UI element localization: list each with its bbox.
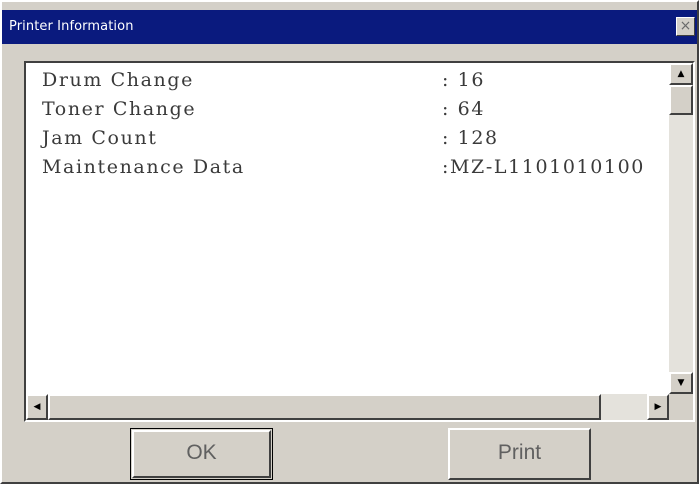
- ok-button[interactable]: OK: [130, 428, 273, 480]
- info-row-maintenance-data: Maintenance Data :MZ-L1101010100: [42, 153, 669, 181]
- arrow-right-icon: ▶: [654, 402, 662, 412]
- close-icon: ×: [679, 18, 692, 34]
- printer-information-dialog: Printer Information × Drum Change : 16 T…: [0, 0, 699, 484]
- info-content: Drum Change : 16 Toner Change : 64 Jam C…: [26, 63, 669, 394]
- row-value: : 16: [442, 69, 486, 91]
- info-row-drum-change: Drum Change : 16: [42, 66, 669, 94]
- info-row-jam-count: Jam Count : 128: [42, 124, 669, 152]
- vertical-scroll-thumb[interactable]: [669, 85, 693, 115]
- scroll-right-button[interactable]: ▶: [647, 394, 669, 420]
- horizontal-scrollbar[interactable]: ◀ ▶: [26, 394, 669, 420]
- row-label: Toner Change: [42, 98, 197, 120]
- scroll-left-button[interactable]: ◀: [26, 394, 48, 420]
- scrollbar-corner: [669, 394, 693, 420]
- ok-button-label: OK: [132, 430, 271, 478]
- title-bar[interactable]: Printer Information ×: [2, 10, 697, 44]
- arrow-left-icon: ◀: [33, 402, 41, 412]
- vertical-scrollbar[interactable]: ▲ ▼: [669, 63, 693, 394]
- arrow-down-icon: ▼: [677, 378, 685, 388]
- horizontal-scroll-thumb[interactable]: [48, 394, 601, 420]
- arrow-up-icon: ▲: [677, 69, 685, 79]
- printer-info-list[interactable]: Drum Change : 16 Toner Change : 64 Jam C…: [24, 61, 695, 422]
- row-value: : 64: [442, 98, 486, 120]
- scroll-down-button[interactable]: ▼: [669, 372, 693, 394]
- row-value: :MZ-L1101010100: [442, 156, 645, 178]
- print-button[interactable]: Print: [448, 428, 591, 480]
- close-button[interactable]: ×: [676, 17, 695, 36]
- window-title: Printer Information: [9, 19, 134, 34]
- row-label: Drum Change: [42, 69, 194, 91]
- row-label: Maintenance Data: [42, 156, 245, 178]
- row-value: : 128: [442, 127, 499, 149]
- info-row-toner-change: Toner Change : 64: [42, 95, 669, 123]
- row-label: Jam Count: [42, 127, 158, 149]
- print-button-label: Print: [497, 441, 542, 464]
- scroll-up-button[interactable]: ▲: [669, 63, 693, 85]
